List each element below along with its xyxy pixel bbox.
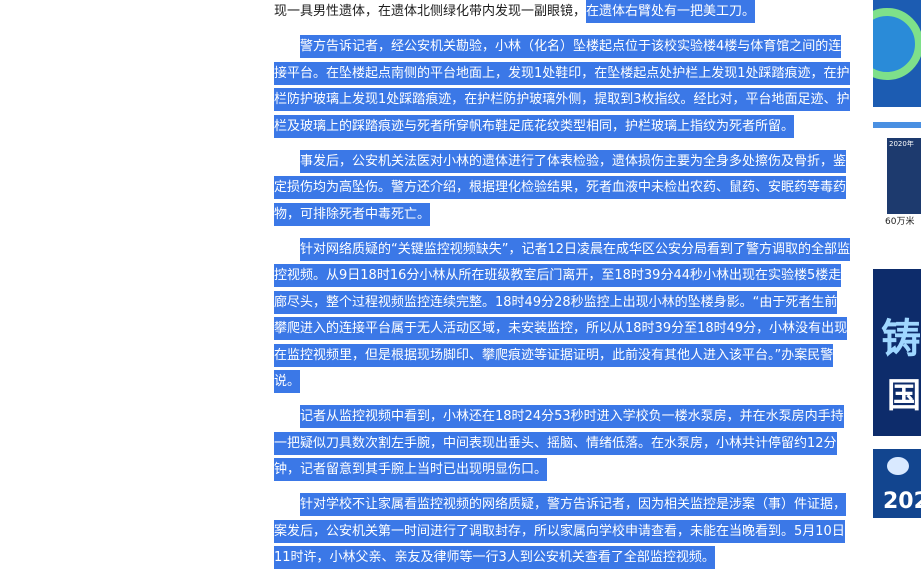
paragraph-3-selected-text[interactable]: 针对网络质疑的“关键监控视频缺失”，记者12日凌晨在成华区公安分局看到了警方调取… [274, 237, 851, 393]
banner-3-logo-icon [887, 457, 909, 475]
banner-3-year: 202 [883, 489, 921, 514]
article-body: 现一具男性遗体，在遗体北侧绿化带内发现一副眼镜，在遗体右臂处有一把美工刀。 警方… [274, 0, 851, 580]
paragraph-5: 针对学校不让家属看监控视频的网络质疑，警方告诉记者，因为相关监控是涉案（事）件证… [274, 492, 850, 572]
paragraph-0-text: 现一具男性遗体，在遗体北侧绿化带内发现一副眼镜， [274, 4, 587, 19]
news-thumbnail-year: 2020年 [889, 140, 914, 148]
right-sidebar: 2020年 60万米 铸 国 202 [873, 0, 921, 518]
sidebar-banner-1[interactable] [873, 0, 921, 107]
sidebar-banner-2[interactable]: 铸 国 [873, 269, 921, 436]
paragraph-0: 现一具男性遗体，在遗体北侧绿化带内发现一副眼镜，在遗体右臂处有一把美工刀。 [274, 0, 850, 26]
paragraph-5-selected-text[interactable]: 针对学校不让家属看监控视频的网络质疑，警方告诉记者，因为相关监控是涉案（事）件证… [274, 493, 847, 569]
news-caption[interactable]: 60万米 [885, 216, 914, 228]
paragraph-4: 记者从监控视频中看到，小林还在18时24分53秒时进入学校负一楼水泵房，并在水泵… [274, 404, 850, 484]
banner-emblem-icon [873, 8, 921, 80]
paragraph-2-selected-text[interactable]: 事发后，公安机关法医对小林的遗体进行了体表检验，遗体损伤主要为全身多处擦伤及骨折… [274, 149, 847, 226]
sidebar-news-card[interactable]: 2020年 60万米 [873, 122, 921, 240]
banner-2-heading: 铸 [881, 316, 921, 362]
paragraph-1: 警方告诉记者，经公安机关勘验，小林（化名）坠楼起点位于该校实验楼4楼与体育馆之间… [274, 34, 850, 140]
news-thumbnail: 2020年 [887, 138, 921, 214]
paragraph-4-selected-text[interactable]: 记者从监控视频中看到，小林还在18时24分53秒时进入学校负一楼水泵房，并在水泵… [274, 405, 844, 481]
paragraph-1-selected-text[interactable]: 警方告诉记者，经公安机关勘验，小林（化名）坠楼起点位于该校实验楼4楼与体育馆之间… [274, 35, 850, 138]
paragraph-3: 针对网络质疑的“关键监控视频缺失”，记者12日凌晨在成华区公安分局看到了警方调取… [274, 237, 851, 396]
paragraph-2: 事发后，公安机关法医对小林的遗体进行了体表检验，遗体损伤主要为全身多处擦伤及骨折… [274, 149, 850, 229]
paragraph-0-selected-text[interactable]: 在遗体右臂处有一把美工刀。 [586, 0, 756, 23]
sidebar-banner-3[interactable]: 202 [873, 449, 921, 518]
banner-2-subheading: 国 [887, 376, 921, 416]
